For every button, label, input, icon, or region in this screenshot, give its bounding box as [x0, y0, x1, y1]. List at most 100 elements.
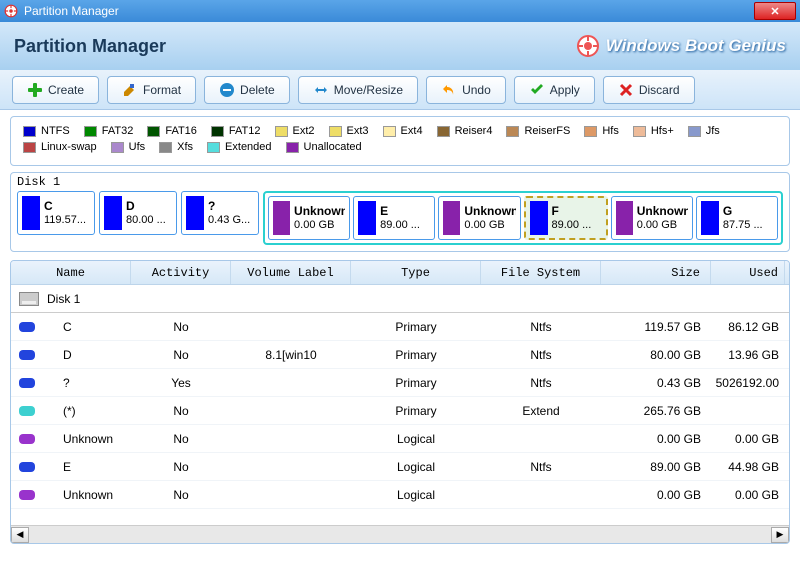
table-row[interactable]: E No Logical Ntfs 89.00 GB 44.98 GB: [11, 453, 789, 481]
table-row[interactable]: Disk 1: [11, 285, 789, 313]
table-row[interactable]: (*) No Primary Extend 265.76 GB: [11, 397, 789, 425]
swatch: [329, 126, 342, 137]
window-title: Partition Manager: [24, 4, 754, 18]
titlebar: Partition Manager ✕: [0, 0, 800, 22]
x-icon: [618, 82, 634, 98]
disk-label: Disk 1: [11, 173, 789, 191]
close-button[interactable]: ✕: [754, 2, 796, 20]
table-row[interactable]: ? Yes Primary Ntfs 0.43 GB 5026192.00: [11, 369, 789, 397]
partition-bar: [530, 201, 548, 235]
app-icon: [4, 4, 18, 18]
partition-card[interactable]: F89.00 ...: [524, 196, 608, 240]
legend-item: FAT12: [211, 125, 261, 137]
swatch: [633, 126, 646, 137]
partition-dot-icon: [19, 350, 35, 360]
table-body[interactable]: Disk 1C No Primary Ntfs 119.57 GB 86.12 …: [11, 285, 789, 525]
partition-card[interactable]: G87.75 ...: [696, 196, 778, 240]
col-used[interactable]: Used: [711, 261, 785, 284]
swatch: [275, 126, 288, 137]
table-row[interactable]: D No 8.1[win10 Primary Ntfs 80.00 GB 13.…: [11, 341, 789, 369]
delete-button[interactable]: Delete: [204, 76, 290, 104]
swatch: [23, 142, 36, 153]
swatch: [211, 126, 224, 137]
swatch: [207, 142, 220, 153]
table-header: Name Activity Volume Label Type File Sys…: [11, 261, 789, 285]
swatch: [383, 126, 396, 137]
legend-item: Jfs: [688, 125, 720, 137]
legend-item: Hfs+: [633, 125, 674, 137]
disk-map: Disk 1 C119.57...D80.00 ...?0.43 G... Un…: [10, 172, 790, 252]
col-name[interactable]: Name: [11, 261, 131, 284]
partition-bar: [701, 201, 719, 235]
scroll-right-button[interactable]: ▶: [771, 527, 789, 543]
undo-icon: [441, 82, 457, 98]
table-row[interactable]: Unknown No Logical 0.00 GB 0.00 GB: [11, 481, 789, 509]
check-icon: [529, 82, 545, 98]
page-title: Partition Manager: [14, 36, 576, 57]
table-row[interactable]: Unknown No Logical 0.00 GB 0.00 GB: [11, 425, 789, 453]
partition-card[interactable]: ?0.43 G...: [181, 191, 259, 235]
col-size[interactable]: Size: [601, 261, 711, 284]
swatch: [147, 126, 160, 137]
partition-table: Name Activity Volume Label Type File Sys…: [10, 260, 790, 544]
brand: Windows Boot Genius: [576, 34, 786, 58]
partition-dot-icon: [19, 406, 35, 416]
col-activity[interactable]: Activity: [131, 261, 231, 284]
swatch: [688, 126, 701, 137]
legend-item: Ext4: [383, 125, 423, 137]
legend-item: FAT32: [84, 125, 134, 137]
legend-item: NTFS: [23, 125, 70, 137]
partition-dot-icon: [19, 490, 35, 500]
swatch: [286, 142, 299, 153]
partition-card[interactable]: Unknown0.00 GB: [438, 196, 520, 240]
discard-button[interactable]: Discard: [603, 76, 695, 104]
legend-item: Ufs: [111, 141, 146, 153]
header: Partition Manager Windows Boot Genius: [0, 22, 800, 70]
swatch: [84, 126, 97, 137]
swatch: [159, 142, 172, 153]
legend-item: Unallocated: [286, 141, 362, 153]
legend-item: FAT16: [147, 125, 197, 137]
partition-card[interactable]: Unknown0.00 GB: [611, 196, 693, 240]
partition-bar: [273, 201, 290, 235]
brand-icon: [576, 34, 600, 58]
col-volume[interactable]: Volume Label: [231, 261, 351, 284]
legend-item: Hfs: [584, 125, 619, 137]
scroll-left-button[interactable]: ◀: [11, 527, 29, 543]
format-button[interactable]: Format: [107, 76, 196, 104]
partition-bar: [104, 196, 122, 230]
legend-item: Extended: [207, 141, 271, 153]
legend-item: Ext2: [275, 125, 315, 137]
undo-button[interactable]: Undo: [426, 76, 506, 104]
partition-card[interactable]: C119.57...: [17, 191, 95, 235]
create-button[interactable]: Create: [12, 76, 99, 104]
col-type[interactable]: Type: [351, 261, 481, 284]
table-row[interactable]: C No Primary Ntfs 119.57 GB 86.12 GB: [11, 313, 789, 341]
swatch: [111, 142, 124, 153]
brand-text: Windows Boot Genius: [606, 36, 786, 56]
partition-row: C119.57...D80.00 ...?0.43 G... Unknown0.…: [11, 191, 789, 245]
partition-bar: [22, 196, 40, 230]
partition-dot-icon: [19, 322, 35, 332]
toolbar: Create Format Delete Move/Resize Undo Ap…: [0, 70, 800, 110]
col-fs[interactable]: File System: [481, 261, 601, 284]
resize-icon: [313, 82, 329, 98]
scroll-track[interactable]: [29, 527, 771, 543]
partition-card[interactable]: Unknown0.00 GB: [268, 196, 350, 240]
partition-bar: [443, 201, 460, 235]
swatch: [437, 126, 450, 137]
moveresize-button[interactable]: Move/Resize: [298, 76, 418, 104]
extended-container: Unknown0.00 GBE89.00 ...Unknown0.00 GBF8…: [263, 191, 783, 245]
partition-card[interactable]: E89.00 ...: [353, 196, 435, 240]
partition-bar: [186, 196, 204, 230]
apply-button[interactable]: Apply: [514, 76, 595, 104]
swatch: [584, 126, 597, 137]
legend-item: Reiser4: [437, 125, 493, 137]
partition-card[interactable]: D80.00 ...: [99, 191, 177, 235]
horizontal-scrollbar[interactable]: ◀ ▶: [11, 525, 789, 543]
partition-dot-icon: [19, 434, 35, 444]
legend-item: ReiserFS: [506, 125, 570, 137]
legend-item: Ext3: [329, 125, 369, 137]
partition-dot-icon: [19, 462, 35, 472]
legend: NTFS FAT32 FAT16 FAT12 Ext2 Ext3 Ext4 Reiser4 Re…: [10, 116, 790, 166]
